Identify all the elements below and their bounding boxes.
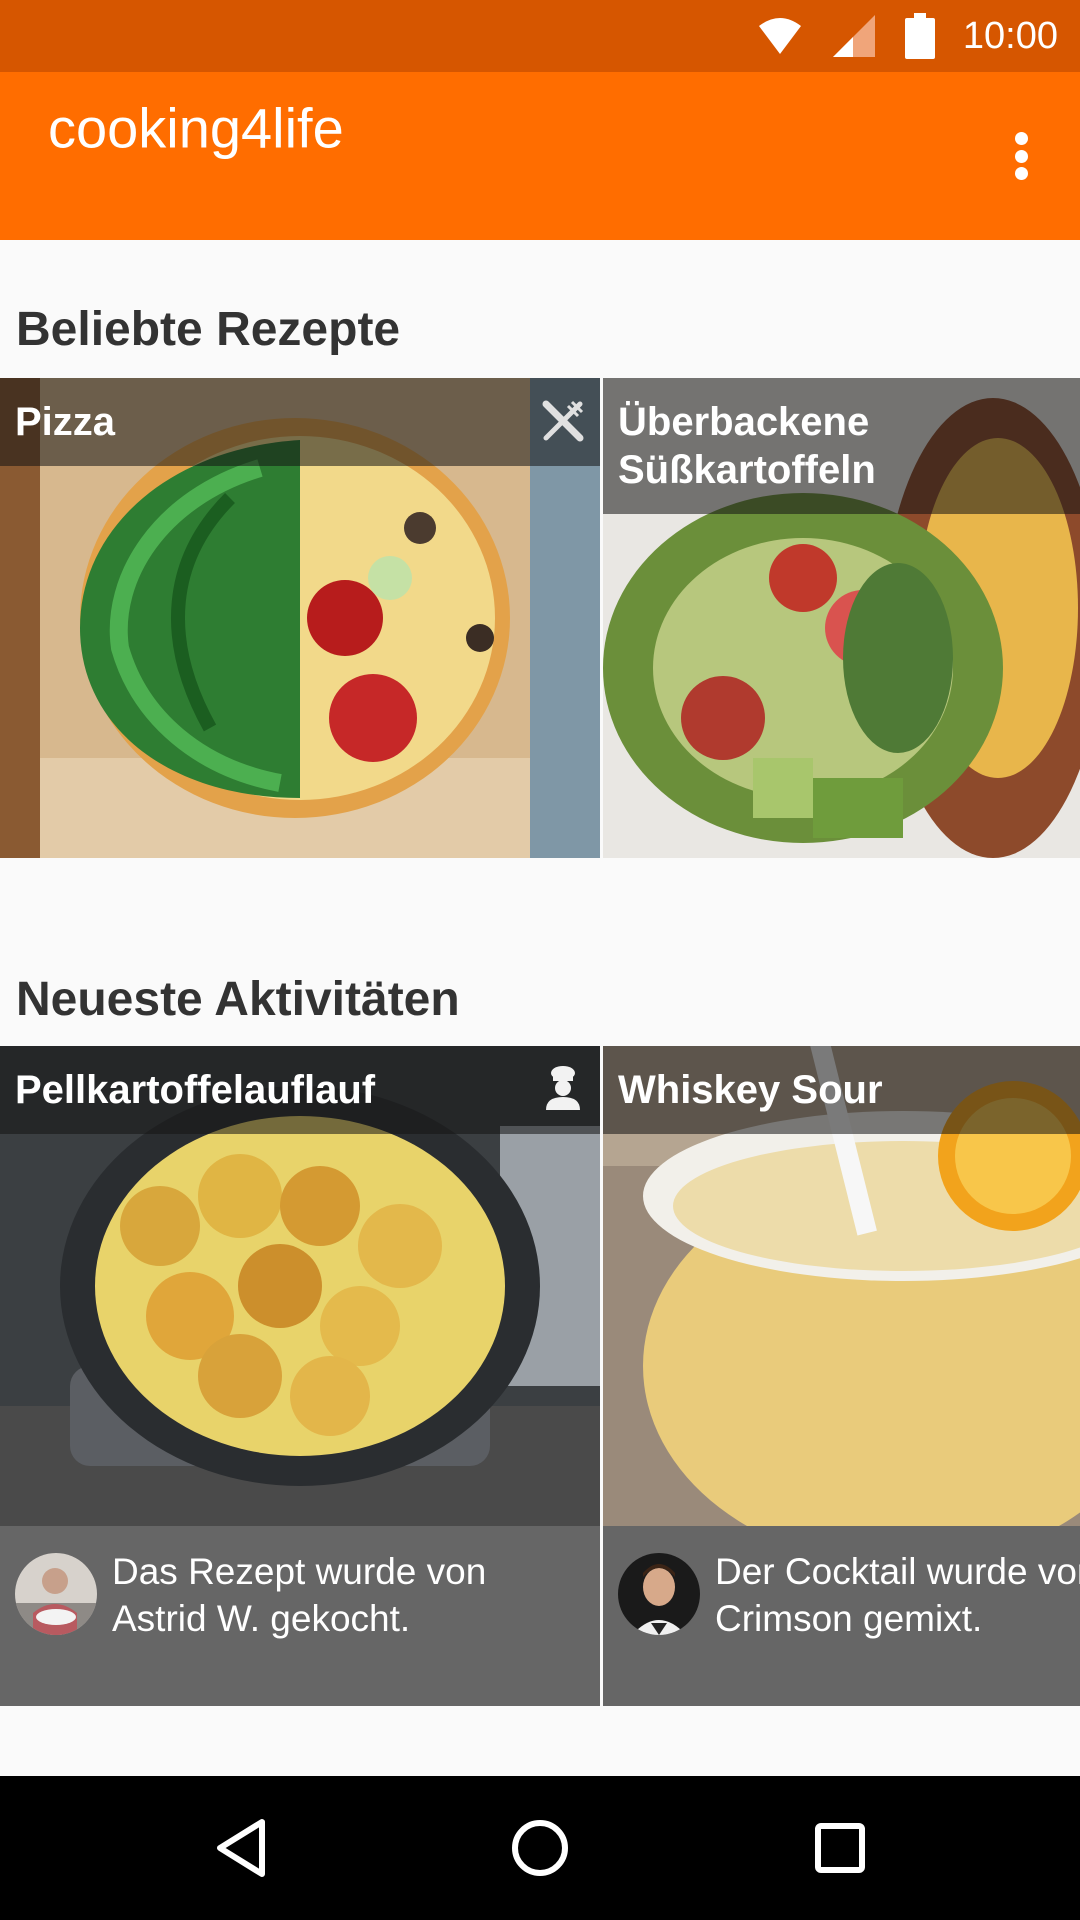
activity-card-pellkartoffelauflauf[interactable]: Pellkartoffelauflauf Das Rezept wurde vo… xyxy=(0,1046,600,1706)
card-title-bar: Pellkartoffelauflauf xyxy=(0,1046,600,1134)
chef-icon xyxy=(546,1066,580,1110)
activity-card-whiskey-sour[interactable]: Whiskey Sour Der Cocktail wurde von Crim… xyxy=(603,1046,1080,1706)
recipe-card-pizza[interactable]: Pizza xyxy=(0,378,600,858)
wifi-icon xyxy=(758,18,801,54)
back-icon[interactable] xyxy=(206,1812,278,1884)
home-icon[interactable] xyxy=(504,1812,576,1884)
status-time: 10:00 xyxy=(962,14,1058,57)
more-options-button[interactable] xyxy=(998,124,1044,188)
recipe-title: Pizza xyxy=(15,400,116,444)
card-title-bar: Whiskey Sour xyxy=(603,1046,1080,1134)
status-bar: 10:00 xyxy=(0,0,1080,72)
more-vert-icon xyxy=(1014,132,1028,145)
section-title-popular: Beliebte Rezepte xyxy=(16,303,401,356)
recents-icon[interactable] xyxy=(804,1812,876,1884)
recipe-card-suesskartoffeln[interactable]: Überbackene Süßkartoffeln xyxy=(603,378,1080,858)
recipe-title: Whiskey Sour xyxy=(618,1068,883,1112)
navigation-bar xyxy=(0,1776,1080,1920)
battery-icon xyxy=(904,13,935,59)
section-title-recent: Neueste Aktivitäten xyxy=(16,973,460,1026)
activity-text: Das Rezept wurde von Astrid W. gekocht. xyxy=(112,1551,487,1639)
avatar-photo xyxy=(618,1553,700,1635)
cutlery-icon xyxy=(542,400,584,442)
avatar-photo xyxy=(15,1553,97,1635)
card-title-bar: Überbackene Süßkartoffeln xyxy=(603,378,1080,514)
avatar[interactable] xyxy=(618,1553,700,1635)
avatar[interactable] xyxy=(15,1553,97,1635)
card-title-bar: Pizza xyxy=(0,378,600,466)
activity-footer: Das Rezept wurde von Astrid W. gekocht. xyxy=(0,1526,600,1706)
recipe-title: Pellkartoffelauflauf xyxy=(15,1068,376,1112)
signal-icon xyxy=(832,15,875,57)
recipe-title: Überbackene Süßkartoffeln xyxy=(618,400,876,492)
activity-text: Der Cocktail wurde von Crimson gemixt. xyxy=(715,1551,1080,1639)
activity-footer: Der Cocktail wurde von Crimson gemixt. xyxy=(603,1526,1080,1706)
app-title: cooking4life xyxy=(48,96,344,160)
